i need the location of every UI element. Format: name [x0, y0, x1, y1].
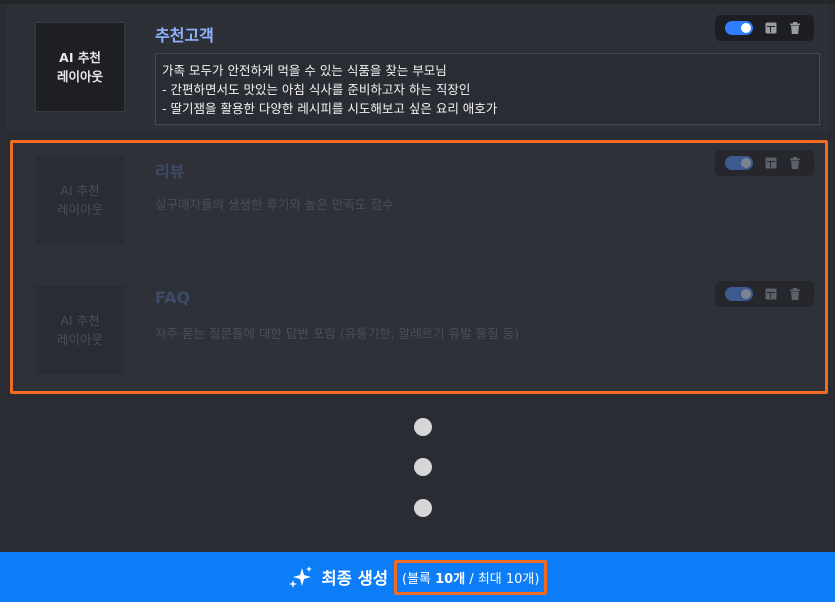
- layout-icon[interactable]: [765, 157, 777, 169]
- block-controls: [715, 15, 814, 41]
- loading-dot: [414, 458, 432, 476]
- block-thumbnail-faq[interactable]: AI 추천 레이아웃: [35, 285, 125, 375]
- sparkle-icon: [288, 566, 312, 588]
- block-toggle[interactable]: [725, 287, 753, 301]
- generate-label: 최종 생성: [321, 569, 388, 588]
- block-toggle[interactable]: [725, 156, 753, 170]
- block-controls-faq: [715, 281, 814, 307]
- count-prefix: (블록: [402, 571, 436, 587]
- trash-icon[interactable]: [789, 22, 801, 34]
- description-line: 가족 모두가 안전하게 먹을 수 있는 식품을 찾는 부모님: [162, 63, 447, 78]
- trash-icon[interactable]: [789, 288, 801, 300]
- highlighted-blocks-region: [10, 140, 828, 394]
- loading-dot: [414, 418, 432, 436]
- block-toggle[interactable]: [725, 21, 753, 35]
- count-suffix: / 최대 10개): [465, 571, 540, 587]
- layout-icon[interactable]: [765, 288, 777, 300]
- loading-dot: [414, 499, 432, 517]
- block-card-recommended-customers: AI 추천 레이아웃 추천고객 가족 모두가 안전하게 먹을 수 있는 식품을 …: [6, 4, 829, 132]
- description-line: - 간편하면서도 맛있는 아침 식사를 준비하고자 하는 직장인: [162, 82, 471, 97]
- block-title: 추천고객: [155, 26, 214, 45]
- block-controls-review: [715, 150, 814, 176]
- block-description[interactable]: 가족 모두가 안전하게 먹을 수 있는 식품을 찾는 부모님 - 간편하면서도 …: [155, 53, 820, 125]
- block-title-review: 리뷰: [155, 162, 185, 181]
- block-thumbnail[interactable]: AI 추천 레이아웃: [35, 22, 125, 112]
- count-value: 10개: [435, 571, 466, 587]
- final-generate-button[interactable]: 최종 생성 (블록 10개 / 최대 10개): [0, 552, 835, 602]
- trash-icon[interactable]: [789, 157, 801, 169]
- description-line: - 딸기잼을 활용한 다양한 레시피를 시도해보고 싶은 요리 애호가: [162, 101, 498, 116]
- block-thumbnail-review[interactable]: AI 추천 레이아웃: [35, 155, 125, 245]
- block-description-review[interactable]: 실구매자들의 생생한 후기와 높은 만족도 점수: [155, 194, 393, 213]
- block-description-faq[interactable]: 자주 묻는 질문들에 대한 답변 포함 (유통기한, 알레르기 유발 물질 등): [155, 323, 519, 342]
- block-count-badge: (블록 10개 / 최대 10개): [394, 559, 548, 595]
- layout-icon[interactable]: [765, 22, 777, 34]
- block-title-faq: FAQ: [155, 288, 191, 307]
